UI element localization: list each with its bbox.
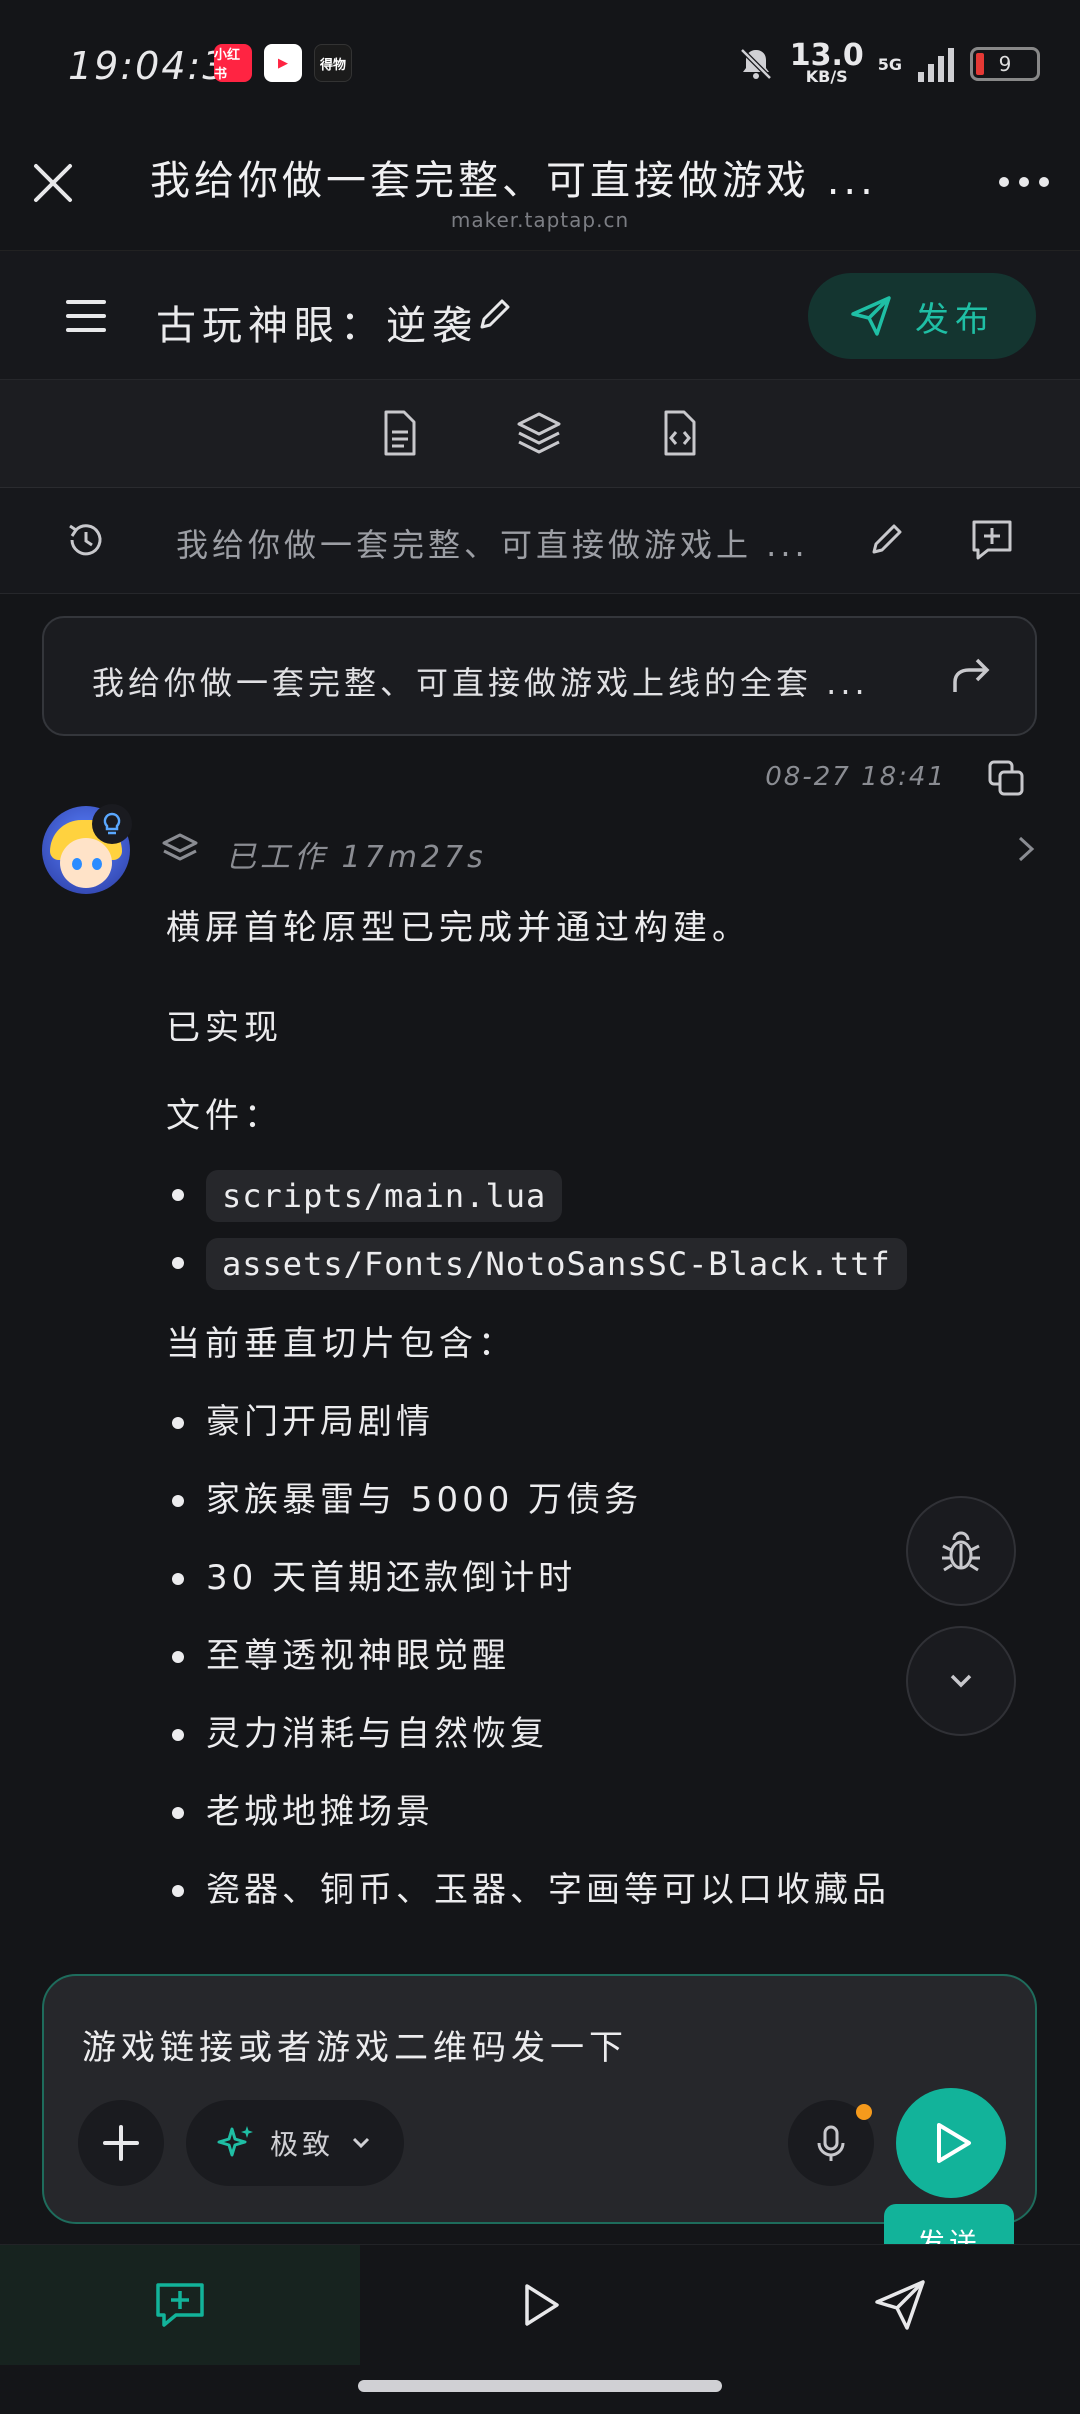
list-item: 30 天首期还款倒计时: [166, 1554, 1026, 1602]
slice-heading: 当前垂直切片包含：: [166, 1324, 517, 1364]
net-speed: 13.0 KB/S: [790, 41, 864, 85]
message-input-panel: 游戏链接或者游戏二维码发一下 极致: [42, 1974, 1037, 2224]
lightbulb-icon: [103, 812, 121, 835]
work-duration: 已工作 17m27s: [226, 840, 487, 875]
page-title: 我给你做一套完整、可直接做游戏 ...: [150, 158, 877, 204]
menu-icon[interactable]: [64, 296, 108, 336]
send-plane-icon: [851, 296, 891, 336]
implemented-heading: 已实现: [166, 1008, 283, 1048]
list-item: assets/Fonts/NotoSansSC-Black.ttf: [166, 1238, 1026, 1290]
avatar-eye: [72, 858, 82, 870]
edit-pencil-icon[interactable]: [474, 295, 514, 335]
play-send-icon: [937, 2123, 971, 2163]
xiaohongshu-app-icon: 小红书: [214, 44, 252, 82]
plus-icon: [103, 2125, 139, 2161]
list-item: 灵力消耗与自然恢复: [166, 1710, 1026, 1758]
video-app-icon: ▶: [264, 44, 302, 82]
bug-icon: [942, 1531, 980, 1572]
files-list: scripts/main.lua assets/Fonts/NotoSansSC…: [166, 1170, 1026, 1290]
work-status-row[interactable]: 已工作 17m27s: [160, 828, 1040, 875]
list-item: 豪门开局剧情: [166, 1398, 1026, 1446]
project-name: 古玩神眼：逆袭: [156, 303, 478, 349]
document-icon[interactable]: [374, 408, 424, 458]
list-item: scripts/main.lua: [166, 1170, 1026, 1222]
chevron-right-icon[interactable]: [1010, 834, 1040, 864]
chat-add-icon: [156, 2283, 204, 2327]
dewu-app-icon: 得物: [314, 44, 352, 82]
sparkle-icon: [217, 2126, 253, 2157]
user-prompt-text: 我给你做一套完整、可直接做游戏上线的全套 ...: [92, 664, 869, 702]
signal-bars-icon: [918, 48, 954, 82]
message-input[interactable]: 游戏链接或者游戏二维码发一下: [82, 2020, 628, 2069]
chevron-down-icon: [950, 1674, 972, 1688]
list-item: 至尊透视神眼觉醒: [166, 1632, 1026, 1680]
session-title[interactable]: 我给你做一套完整、可直接做游戏上 ...: [176, 520, 816, 566]
mode-select[interactable]: 极致: [186, 2100, 404, 2186]
notification-dot: [856, 2104, 872, 2120]
assistant-message: 横屏首轮原型已完成并通过构建。 已实现 文件： scripts/main.lua…: [166, 904, 1026, 1914]
add-attachment-button[interactable]: [78, 2100, 164, 2186]
publish-label: 发布: [915, 299, 995, 340]
code-file-icon[interactable]: [654, 408, 704, 458]
message-timestamp: 08-27 18:41: [765, 762, 946, 792]
copy-icon[interactable]: [986, 758, 1026, 798]
lightbulb-badge: [92, 804, 132, 844]
status-indicators: 13.0 KB/S 5G 9: [736, 40, 1040, 88]
chat-area[interactable]: 我给你做一套完整、可直接做游戏上线的全套 ... 08-27 18:41 已工作…: [0, 594, 1080, 1974]
more-options-icon[interactable]: [996, 170, 1052, 194]
avatar-face: [60, 838, 112, 888]
layers-icon: [162, 833, 198, 861]
project-header: 古玩神眼：逆袭 发布: [0, 250, 1080, 380]
voice-input-button[interactable]: [788, 2100, 874, 2186]
list-item: 瓷器、铜币、玉器、字画等可以口收藏品: [166, 1866, 1026, 1914]
battery-indicator: 9: [970, 47, 1040, 81]
page-url: maker.taptap.cn: [450, 208, 630, 232]
message-intro: 横屏首轮原型已完成并通过构建。: [166, 908, 751, 948]
tab-play[interactable]: [360, 2245, 720, 2365]
play-icon: [525, 2284, 559, 2326]
close-icon[interactable]: [30, 160, 76, 206]
layers-icon[interactable]: [514, 408, 564, 458]
list-item: 家族暴雷与 5000 万债务: [166, 1476, 1026, 1524]
send-plane-icon: [875, 2280, 925, 2330]
send-button[interactable]: [896, 2088, 1006, 2198]
session-bar: 我给你做一套完整、可直接做游戏上 ...: [0, 488, 1080, 594]
file-path: assets/Fonts/NotoSansSC-Black.ttf: [206, 1238, 907, 1290]
tab-publish[interactable]: [720, 2245, 1080, 2365]
files-heading: 文件：: [166, 1096, 283, 1136]
scroll-down-button[interactable]: [906, 1626, 1016, 1736]
new-chat-icon[interactable]: [968, 516, 1016, 564]
history-icon[interactable]: [64, 518, 108, 562]
chevron-down-icon: [352, 2137, 370, 2149]
microphone-icon: [817, 2125, 845, 2161]
publish-button[interactable]: 发布: [808, 273, 1036, 359]
editor-toolbar: [0, 380, 1080, 488]
list-item: 老城地摊场景: [166, 1788, 1026, 1836]
mode-label: 极致: [269, 2128, 334, 2161]
file-path: scripts/main.lua: [206, 1170, 563, 1222]
signal-type: 5G: [877, 54, 902, 74]
tab-chat[interactable]: [0, 2245, 360, 2365]
edit-pencil-icon[interactable]: [866, 520, 906, 560]
debug-button[interactable]: [906, 1496, 1016, 1606]
share-arrow-icon[interactable]: [949, 656, 993, 696]
mute-bell-icon: [739, 48, 772, 80]
status-bar: 19:04:36 小红书 ▶ 得物 13.0 KB/S 5G 9: [0, 0, 1080, 120]
bottom-navigation: [0, 2244, 1080, 2365]
slice-list: 豪门开局剧情 家族暴雷与 5000 万债务 30 天首期还款倒计时 至尊透视神眼…: [166, 1398, 1026, 1914]
title-bar: 我给你做一套完整、可直接做游戏 ... maker.taptap.cn: [0, 120, 1080, 250]
avatar-eye: [92, 858, 102, 870]
home-indicator[interactable]: [358, 2380, 722, 2392]
user-prompt-card[interactable]: 我给你做一套完整、可直接做游戏上线的全套 ...: [42, 616, 1037, 736]
